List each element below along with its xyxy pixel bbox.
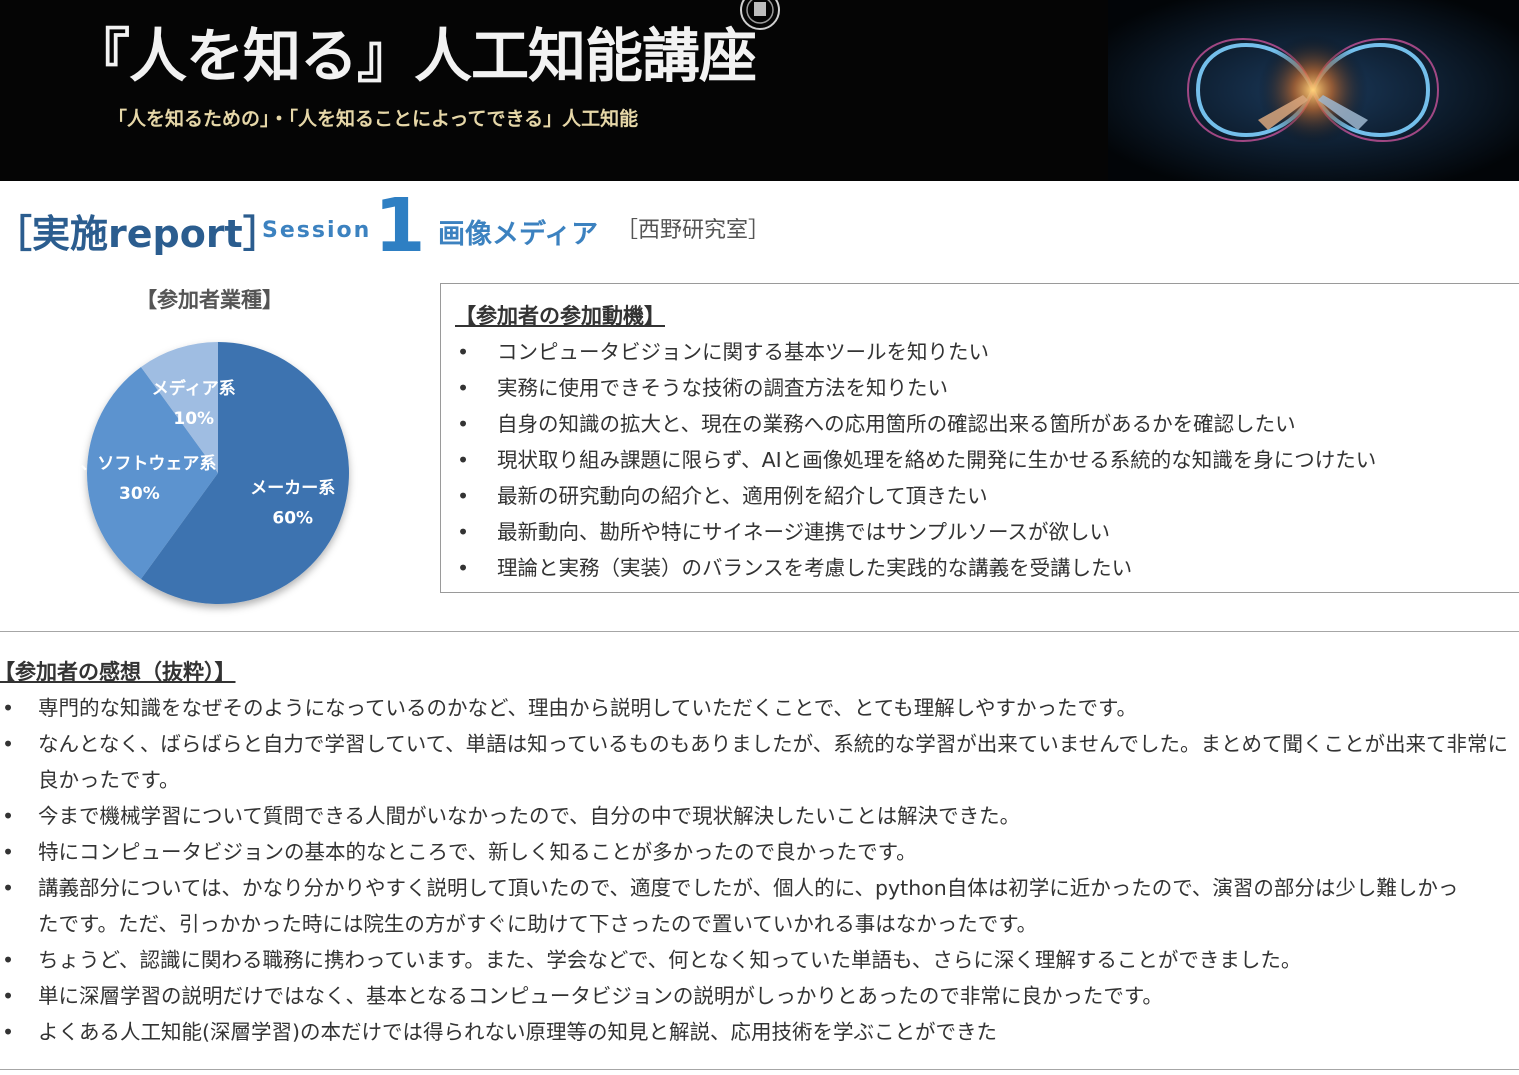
comment-text: 単に深層学習の説明だけではなく、基本となるコンピュータビジョンの説明がしっかりと… <box>38 984 1163 1008</box>
list-item: 自身の知識の拡大と、現在の業務への応用箇所の確認出来る箇所があるかを確認したい <box>455 408 1376 444</box>
pie-slice-value: 10% <box>173 409 214 429</box>
motives-box: 【参加者の参加動機】 コンピュータビジョンに関する基本ツールを知りたい 実務に使… <box>440 283 1519 593</box>
comment-text: ちょうど、認識に関わる職務に携わっています。また、学会などで、何となく知っていた… <box>38 948 1302 972</box>
list-item: 理論と実務（実装）のバランスを考慮した実践的な講義を受講したい <box>455 552 1376 588</box>
pie-slice-value: 60% <box>272 508 313 528</box>
comments-list: 専門的な知識をなぜそのようになっているのかなど、理由から説明していただくことで、… <box>0 690 1519 1050</box>
comment-text-continued: たです。ただ、引っかかった時には院生の方がすぐに助けて下さったので置いていかれる… <box>38 912 1038 936</box>
comment-text: 講義部分については、かなり分かりやすく説明して頂いたので、適度でしたが、個人的に… <box>38 876 1459 900</box>
comment-text: なんとなく、ばらばらと自力で学習していて、単語は知っているものもありましたが、系… <box>38 732 1509 756</box>
report-label: ［実施report］ <box>0 212 281 256</box>
comments-heading: 【参加者の感想（抜粋）】 <box>0 660 236 684</box>
session-number: 1 <box>374 183 426 269</box>
comment-text: 専門的な知識をなぜそのようになっているのかなど、理由から説明していただくことで、… <box>38 696 1138 720</box>
pie-slice-label: IT、ソフトウェア系 <box>70 454 216 474</box>
motives-heading: 【参加者の参加動機】 <box>455 304 665 328</box>
list-item: 単に深層学習の説明だけではなく、基本となるコンピュータビジョンの説明がしっかりと… <box>0 978 1519 1014</box>
session-word: Session <box>262 218 372 243</box>
pie-slice-value: 30% <box>119 484 160 504</box>
list-item: よくある人工知能(深層学習)の本だけでは得られない原理等の知見と解説、応用技術を… <box>0 1014 1519 1050</box>
list-item: ちょうど、認識に関わる職務に携わっています。また、学会などで、何となく知っていた… <box>0 942 1519 978</box>
list-item: 最新の研究動向の紹介と、適用例を紹介して頂きたい <box>455 480 1376 516</box>
divider <box>0 1069 1519 1070</box>
banner-title: 『人を知る』人工知能講座 <box>72 22 757 90</box>
list-item: 最新動向、勘所や特にサイネージ連携ではサンプルソースが欲しい <box>455 516 1376 552</box>
comment-text: 今まで機械学習について質問できる人間がいなかったので、自分の中で現状解決したいこ… <box>38 804 1021 828</box>
list-item: 現状取り組み課題に限らず、AIと画像処理を絡めた開発に生かせる系統的な知識を身に… <box>455 444 1376 480</box>
comment-text: 特にコンピュータビジョンの基本的なところで、新しく知ることが多かったので良かった… <box>38 840 917 864</box>
header-banner: 『人を知る』人工知能講座 「人を知るための」・「人を知ることによってできる」人工… <box>0 0 1519 181</box>
session-lab: ［西野研究室］ <box>616 218 771 243</box>
list-item: 今まで機械学習について質問できる人間がいなかったので、自分の中で現状解決したいこ… <box>0 798 1519 834</box>
chart-title: 【参加者業種】 <box>136 288 283 312</box>
list-item: 講義部分については、かなり分かりやすく説明して頂いたので、適度でしたが、個人的に… <box>0 870 1519 942</box>
ai-infinity-image <box>1108 0 1519 181</box>
comment-text-continued: 良かったです。 <box>38 768 180 792</box>
list-item: 専門的な知識をなぜそのようになっているのかなど、理由から説明していただくことで、… <box>0 690 1519 726</box>
list-item: コンピュータビジョンに関する基本ツールを知りたい <box>455 336 1376 372</box>
list-item: 特にコンピュータビジョンの基本的なところで、新しく知ることが多かったので良かった… <box>0 834 1519 870</box>
session-topic: 画像メディア <box>438 219 599 250</box>
industry-pie-chart: メーカー系 60% IT、ソフトウェア系 30% メディア系 10% <box>70 342 349 604</box>
university-emblem-icon <box>740 0 780 30</box>
banner-subtitle: 「人を知るための」・「人を知ることによってできる」人工知能 <box>108 108 639 130</box>
list-item: なんとなく、ばらばらと自力で学習していて、単語は知っているものもありましたが、系… <box>0 726 1519 798</box>
pie-slice-label: メディア系 <box>152 378 236 399</box>
motives-list: コンピュータビジョンに関する基本ツールを知りたい 実務に使用できそうな技術の調査… <box>455 336 1376 588</box>
divider <box>0 631 1519 632</box>
list-item: 実務に使用できそうな技術の調査方法を知りたい <box>455 372 1376 408</box>
pie-slice-label: メーカー系 <box>250 478 335 498</box>
comment-text: よくある人工知能(深層学習)の本だけでは得られない原理等の知見と解説、応用技術を… <box>38 1020 997 1044</box>
